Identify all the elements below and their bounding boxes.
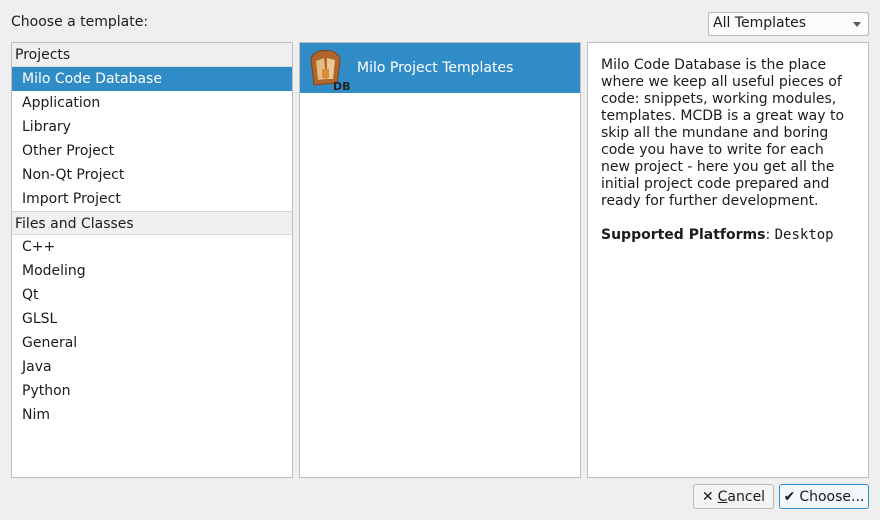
- close-icon: ✕: [701, 488, 714, 505]
- category-item-library[interactable]: Library: [12, 115, 292, 139]
- cancel-button-label: ancel: [727, 488, 766, 505]
- template-description-panel: Milo Code Database is the place where we…: [587, 42, 869, 478]
- group-header-projects: Projects: [12, 43, 292, 67]
- category-item-import-project[interactable]: Import Project: [12, 187, 292, 211]
- category-item-nim[interactable]: Nim: [12, 403, 292, 427]
- cancel-button-mnemonic: C: [717, 488, 728, 505]
- category-item-general[interactable]: General: [12, 331, 292, 355]
- category-item-glsl[interactable]: GLSL: [12, 307, 292, 331]
- category-item-modeling[interactable]: Modeling: [12, 259, 292, 283]
- check-icon: ✔: [783, 488, 796, 505]
- category-item-qt[interactable]: Qt: [12, 283, 292, 307]
- category-item-other-project[interactable]: Other Project: [12, 139, 292, 163]
- category-item-python[interactable]: Python: [12, 379, 292, 403]
- supported-platforms: Supported Platforms: Desktop: [601, 227, 855, 243]
- template-list[interactable]: DB Milo Project Templates: [299, 42, 581, 478]
- category-item-non-qt-project[interactable]: Non-Qt Project: [12, 163, 292, 187]
- cancel-button[interactable]: ✕ Cancel: [693, 484, 774, 509]
- choose-button-label: Choose...: [799, 488, 865, 505]
- group-header-files-and-classes: Files and Classes: [12, 211, 292, 235]
- category-item-milo-code-database[interactable]: Milo Code Database: [12, 67, 292, 91]
- template-item-milo-project-templates[interactable]: DB Milo Project Templates: [300, 43, 580, 93]
- template-filter-value: All Templates: [713, 15, 806, 31]
- choose-template-label: Choose a template:: [11, 14, 149, 30]
- category-list[interactable]: Projects Milo Code Database Application …: [11, 42, 293, 478]
- category-item-java[interactable]: Java: [12, 355, 292, 379]
- template-description: Milo Code Database is the place where we…: [601, 57, 845, 209]
- mcdb-icon-label: DB: [333, 80, 350, 93]
- template-filter-combo[interactable]: All Templates: [708, 12, 869, 36]
- template-name: Milo Project Templates: [357, 60, 514, 76]
- category-item-cpp[interactable]: C++: [12, 235, 292, 259]
- category-item-application[interactable]: Application: [12, 91, 292, 115]
- supported-platforms-separator: :: [765, 227, 771, 243]
- mcdb-icon: DB: [300, 43, 351, 93]
- supported-platforms-value: Desktop: [774, 227, 834, 243]
- choose-button[interactable]: ✔ Choose...: [779, 484, 869, 509]
- supported-platforms-label: Supported Platforms: [601, 227, 766, 243]
- chevron-down-icon[interactable]: [853, 22, 861, 27]
